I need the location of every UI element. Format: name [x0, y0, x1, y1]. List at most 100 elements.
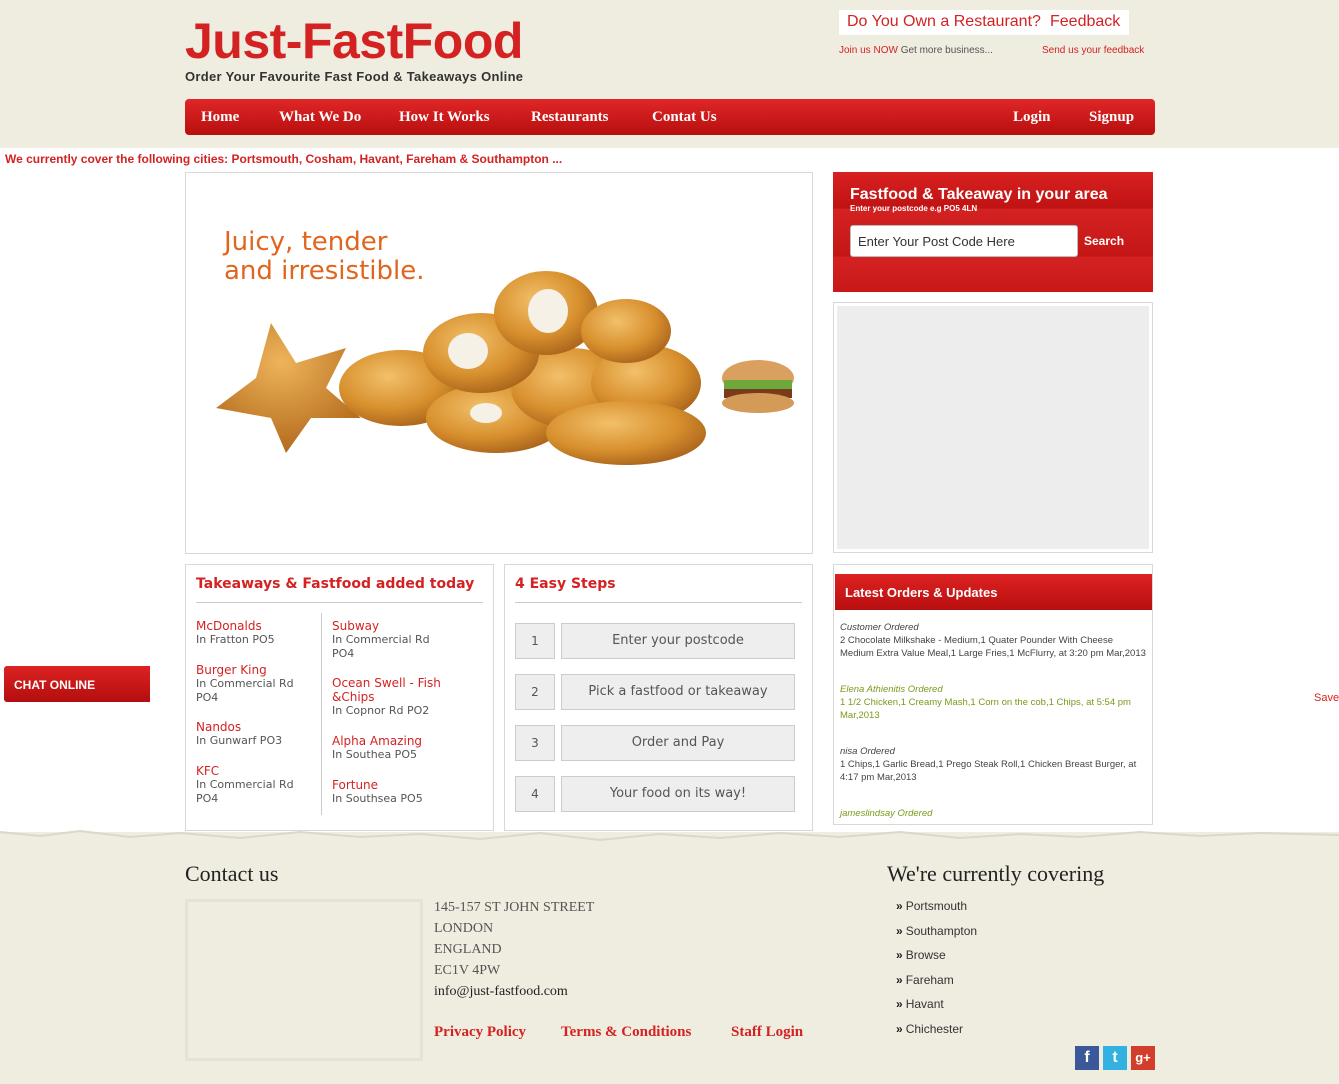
- covering-city: Portsmouth: [905, 899, 968, 913]
- restaurant-owner-subtext[interactable]: Join us NOW Get more business...: [839, 45, 993, 56]
- covering-city: Chichester: [905, 1022, 964, 1036]
- nav-contact[interactable]: Contat Us: [652, 109, 717, 126]
- takeaway-item[interactable]: Subway In Commercial Rd PO4: [332, 619, 452, 661]
- bullet-icon: »: [896, 948, 903, 962]
- contact-email[interactable]: info@just-fastfood.com: [434, 984, 568, 1000]
- takeaway-item[interactable]: Fortune In Southsea PO5: [332, 778, 423, 806]
- get-more-business-text: Get more business...: [900, 45, 993, 56]
- staff-login-link[interactable]: Staff Login: [731, 1024, 803, 1041]
- takeaway-address: In Commercial Rd PO4: [196, 778, 294, 805]
- site-tagline: Order Your Favourite Fast Food & Takeawa…: [185, 69, 524, 84]
- postcode-input[interactable]: Enter Your Post Code Here: [850, 225, 1078, 257]
- covering-city: Browse: [905, 948, 946, 962]
- nav-home[interactable]: Home: [201, 109, 239, 126]
- ad-placeholder-inner: [837, 306, 1149, 549]
- takeaway-name: Alpha Amazing: [332, 734, 423, 748]
- address-line: EC1V 4PW: [434, 963, 501, 978]
- takeaway-item[interactable]: KFC In Commercial Rd PO4: [196, 764, 314, 806]
- restaurant-owner-label: Do You Own a Restaurant?: [847, 13, 1041, 30]
- takeaway-name: Subway: [332, 619, 380, 633]
- order-entry: Elena Athienitis Ordered 1 1/2 Chicken,1…: [840, 683, 1146, 722]
- orders-header: Latest Orders & Updates: [835, 574, 1152, 610]
- nav-what-we-do[interactable]: What We Do: [279, 109, 361, 126]
- bullet-icon: »: [896, 1022, 903, 1036]
- order-entry: nisa Ordered 1 Chips,1 Garlic Bread,1 Pr…: [840, 745, 1146, 784]
- takeaway-name: Fortune: [332, 778, 379, 792]
- covering-title: We're currently covering: [887, 861, 1105, 886]
- takeaway-item[interactable]: Ocean Swell - Fish &Chips In Copnor Rd P…: [332, 676, 462, 718]
- order-customer: Customer Ordered: [840, 622, 919, 633]
- step-label: Order and Pay: [561, 725, 795, 761]
- latest-orders-panel[interactable]: Latest Orders & Updates Customer Ordered…: [833, 564, 1153, 825]
- nav-signup[interactable]: Signup: [1089, 109, 1134, 126]
- covering-city: Southampton: [905, 924, 978, 938]
- orders-title: Latest Orders & Updates: [845, 585, 998, 600]
- takeaway-address: In Southea PO5: [332, 748, 417, 761]
- takeaway-item[interactable]: Nandos In Gunwarf PO3: [196, 720, 282, 748]
- takeaway-address: In Southsea PO5: [332, 792, 423, 805]
- bullet-icon: »: [896, 997, 903, 1011]
- takeaway-item[interactable]: Burger King In Commercial Rd PO4: [196, 663, 314, 705]
- nav-restaurants[interactable]: Restaurants: [531, 109, 609, 126]
- restaurant-owner-link[interactable]: Do You Own a Restaurant?: [839, 10, 1049, 35]
- map-placeholder[interactable]: [185, 899, 423, 1061]
- search-button[interactable]: Search: [1084, 234, 1124, 248]
- site-logo[interactable]: Just-FastFood: [185, 12, 523, 70]
- takeaway-name: Burger King: [196, 663, 267, 677]
- chat-online-button[interactable]: CHAT ONLINE: [4, 666, 150, 702]
- torn-paper-edge: [0, 829, 1339, 852]
- order-customer: nisa Ordered: [840, 746, 895, 757]
- takeaways-divider: [196, 602, 483, 603]
- feedback-subtext[interactable]: Send us your feedback: [1042, 45, 1144, 56]
- covering-item[interactable]: » Portsmouth: [896, 899, 967, 913]
- postcode-subtitle: Enter your postcode e.g PO5 4LN: [850, 204, 978, 213]
- join-us-text: Join us: [839, 45, 871, 56]
- address-line: 145-157 ST JOHN STREET: [434, 900, 595, 915]
- steps-title: 4 Easy Steps: [515, 576, 616, 592]
- takeaways-column-divider: [321, 613, 322, 815]
- main-nav: Home What We Do How It Works Restaurants…: [185, 99, 1155, 135]
- order-details: 1 Chips,1 Garlic Bread,1 Prego Steak Rol…: [840, 759, 1137, 783]
- feedback-link[interactable]: Feedback: [1042, 10, 1129, 35]
- covering-item[interactable]: » Fareham: [896, 973, 954, 987]
- twitter-icon[interactable]: t: [1103, 1046, 1127, 1070]
- covering-city: Havant: [905, 997, 944, 1011]
- hero-banner[interactable]: Juicy, tender and irresistible.: [185, 172, 813, 554]
- step-label: Pick a fastfood or takeaway: [561, 674, 795, 710]
- ad-placeholder: [833, 302, 1153, 553]
- contact-title: Contact us: [185, 861, 279, 886]
- takeaway-address: In Gunwarf PO3: [196, 734, 283, 747]
- postcode-title: Fastfood & Takeaway in your area: [850, 186, 1108, 203]
- postcode-search-panel: Fastfood & Takeaway in your area Enter y…: [833, 172, 1153, 292]
- takeaway-name: KFC: [196, 764, 220, 778]
- covering-item[interactable]: » Chichester: [896, 1022, 963, 1036]
- bullet-icon: »: [896, 973, 903, 987]
- steps-divider: [515, 602, 802, 603]
- terms-link[interactable]: Terms & Conditions: [561, 1024, 691, 1041]
- takeaway-name: McDonalds: [196, 619, 262, 633]
- now-text: NOW: [873, 45, 898, 56]
- step-label: Enter your postcode: [561, 623, 795, 659]
- step-number: 4: [515, 776, 555, 812]
- nav-login[interactable]: Login: [1013, 109, 1051, 126]
- bullet-icon: »: [896, 899, 903, 913]
- order-entry: Customer Ordered 2 Chocolate Milkshake -…: [840, 621, 1146, 660]
- takeaway-item[interactable]: McDonalds In Fratton PO5: [196, 619, 275, 647]
- save-link[interactable]: Save: [1314, 692, 1339, 704]
- takeaway-item[interactable]: Alpha Amazing In Southea PO5: [332, 734, 422, 762]
- chat-online-label: CHAT ONLINE: [14, 678, 96, 692]
- address-line: ENGLAND: [434, 942, 502, 957]
- covering-item[interactable]: » Southampton: [896, 924, 977, 938]
- nav-how-it-works[interactable]: How It Works: [399, 109, 490, 126]
- takeaway-address: In Copnor Rd PO2: [332, 704, 430, 717]
- order-details: 1 1/2 Chicken,1 Creamy Mash,1 Corn on th…: [840, 697, 1131, 721]
- step-number: 3: [515, 725, 555, 761]
- privacy-policy-link[interactable]: Privacy Policy: [434, 1024, 526, 1041]
- facebook-icon[interactable]: f: [1075, 1046, 1099, 1070]
- covering-city: Fareham: [905, 973, 954, 987]
- nuggets-image: [216, 271, 794, 465]
- google-plus-icon[interactable]: g+: [1131, 1046, 1155, 1070]
- covering-item[interactable]: » Browse: [896, 948, 946, 962]
- covering-item[interactable]: » Havant: [896, 997, 944, 1011]
- steps-panel: 4 Easy Steps 1 Enter your postcode 2 Pic…: [504, 564, 813, 831]
